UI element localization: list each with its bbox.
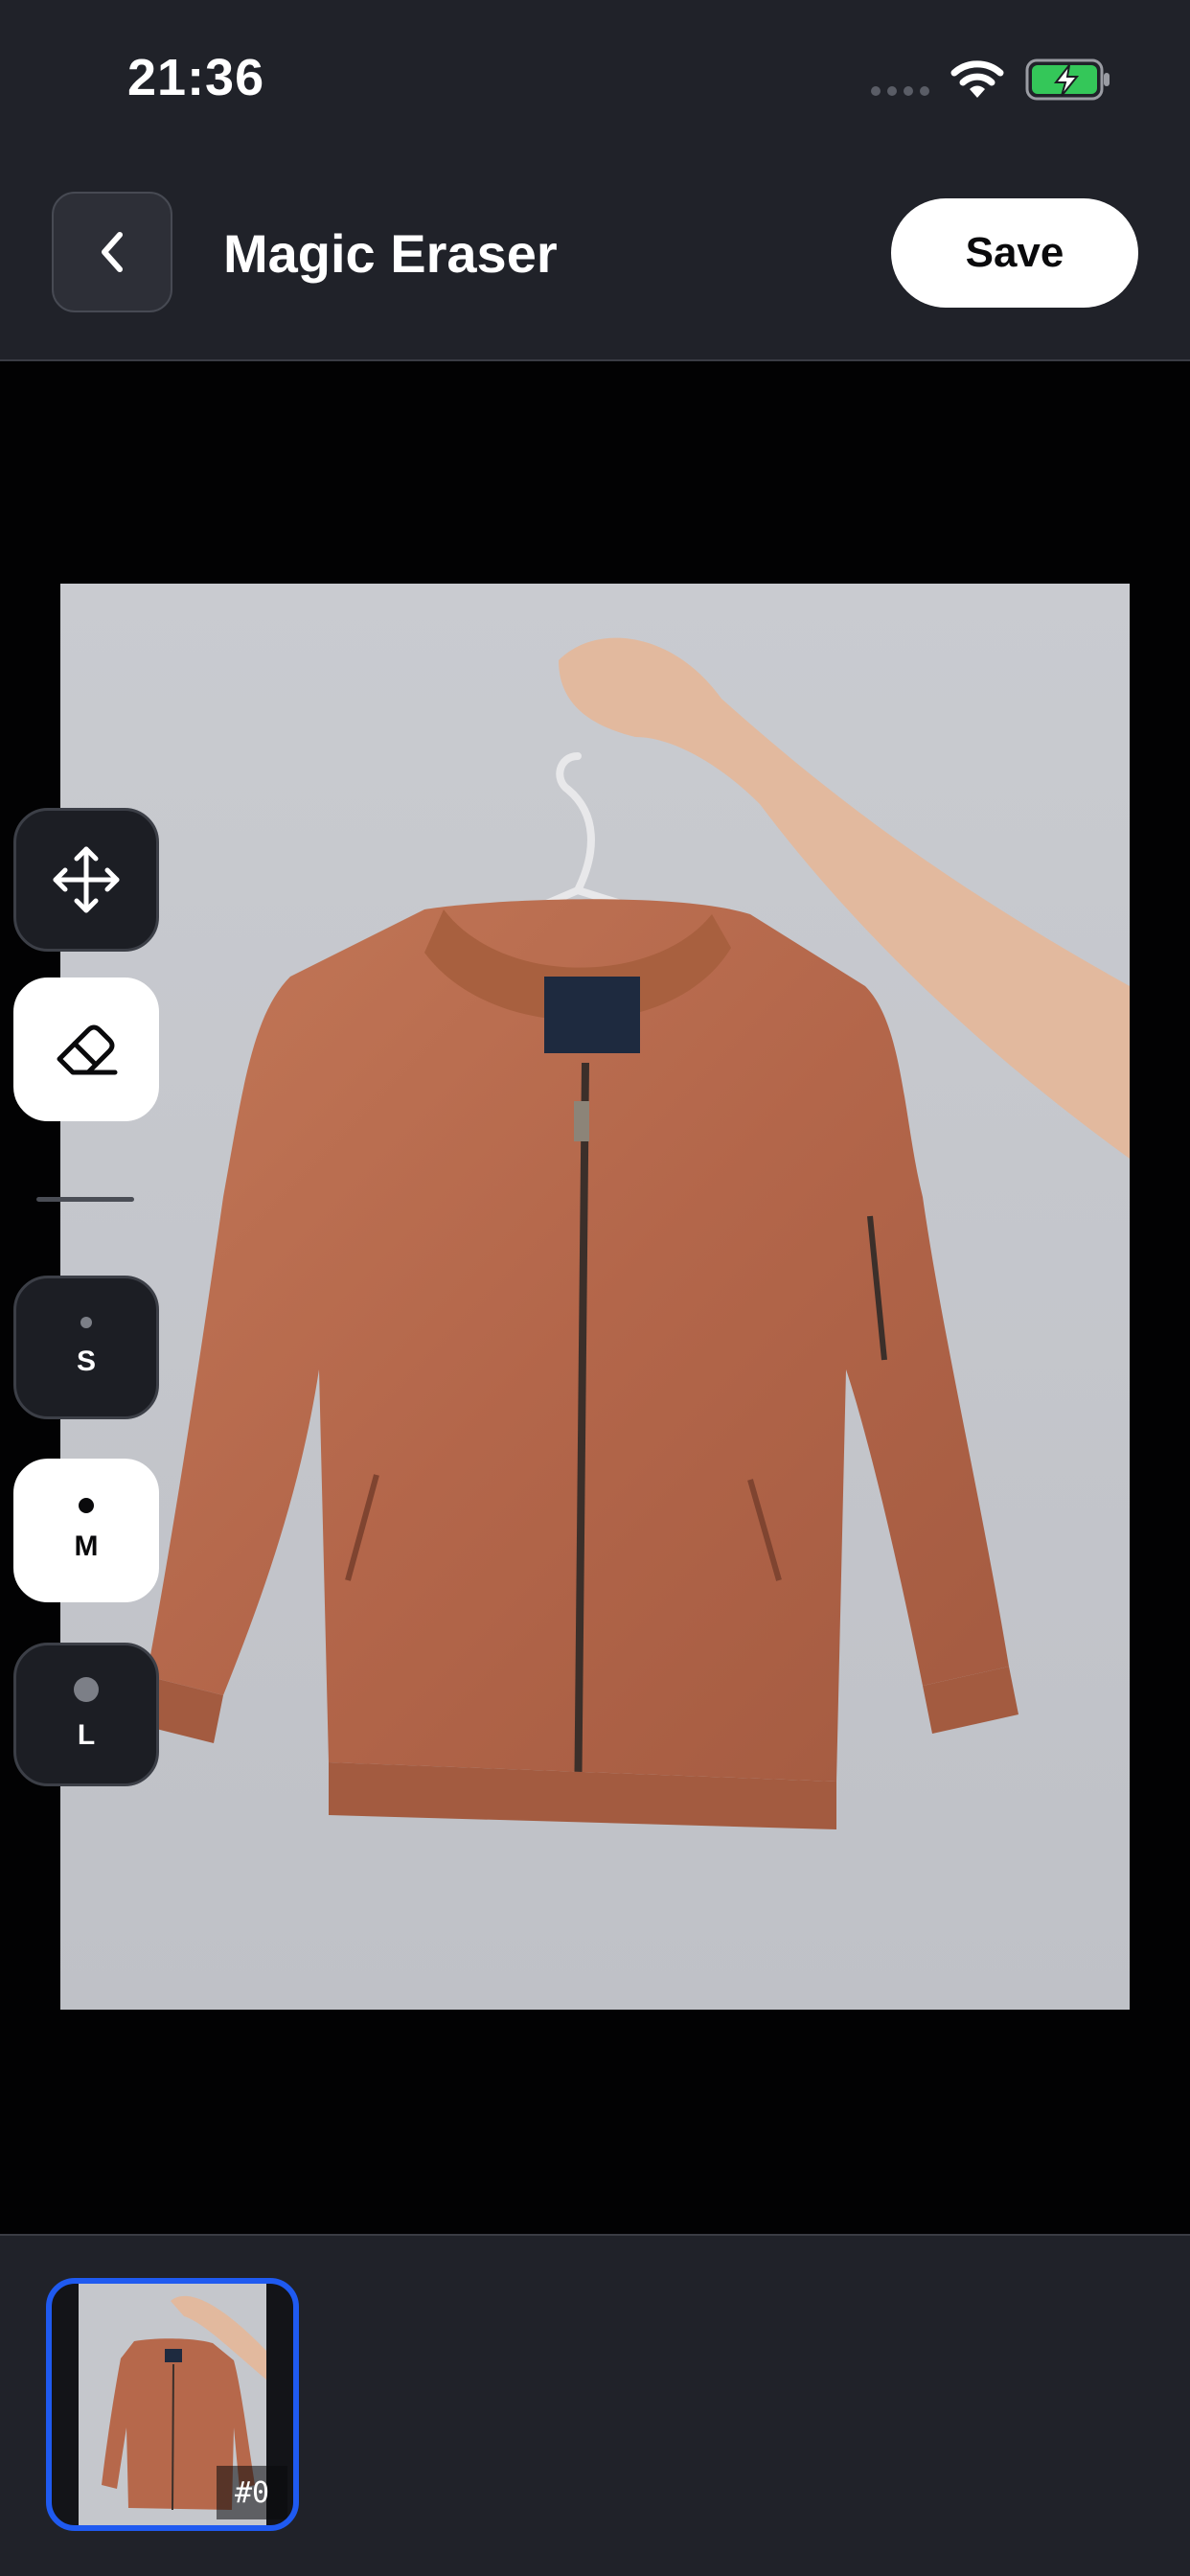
brush-size-dot (79, 1498, 94, 1513)
status-time: 21:36 (127, 49, 265, 106)
move-tool-button[interactable] (13, 808, 159, 952)
brush-size-dot (74, 1677, 99, 1702)
eraser-tool-button[interactable] (13, 978, 159, 1121)
brush-size-small-button[interactable]: S (13, 1276, 159, 1419)
brush-size-dot (80, 1317, 92, 1328)
move-arrows-icon (53, 846, 120, 913)
thumbnail-index-badge: #0 (217, 2466, 287, 2519)
brush-size-medium-button[interactable]: M (13, 1459, 159, 1602)
wifi-icon (950, 60, 1004, 98)
brush-size-label: M (74, 1530, 99, 1562)
save-button[interactable]: Save (891, 198, 1138, 308)
thumbnail-item[interactable]: #0 (46, 2278, 299, 2531)
editable-photo[interactable] (60, 584, 1130, 2010)
jacket-photo (60, 584, 1130, 2010)
battery-charging-icon (1025, 58, 1110, 101)
chevron-left-icon (102, 232, 123, 272)
magic-eraser-screen: 21:36 Magic Eraser Save S M L #0 (0, 0, 1190, 2576)
back-button[interactable] (52, 192, 172, 312)
eraser-icon (57, 1024, 118, 1075)
thumbnail-strip: #0 (0, 2234, 1190, 2576)
brush-size-label: S (76, 1346, 96, 1377)
cellular-signal-icon (871, 86, 929, 96)
top-bar: 21:36 Magic Eraser Save (0, 0, 1190, 361)
brush-size-label: L (77, 1719, 96, 1751)
tool-divider (36, 1197, 134, 1202)
page-title: Magic Eraser (223, 223, 558, 284)
brush-size-large-button[interactable]: L (13, 1643, 159, 1786)
